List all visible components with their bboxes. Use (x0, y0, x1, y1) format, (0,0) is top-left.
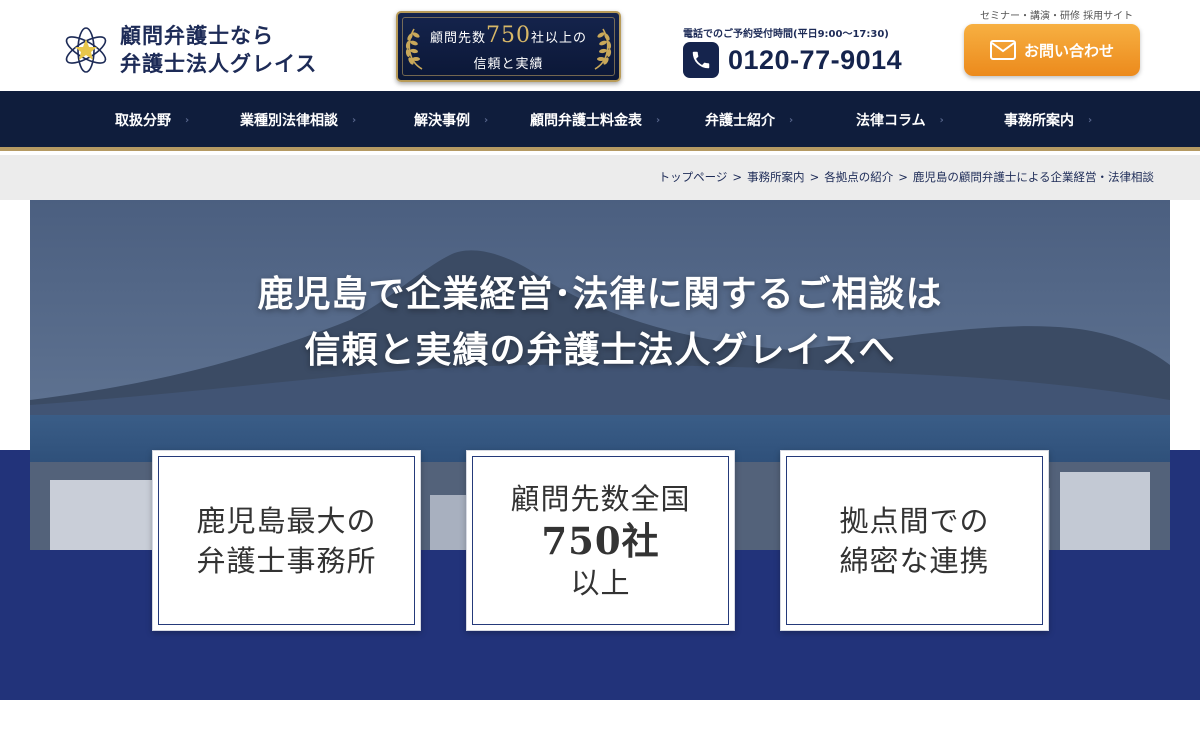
logo-line1: 顧問弁護士なら (120, 23, 274, 48)
logo-line2: 弁護士法人グレイス (120, 51, 318, 76)
contact-button[interactable]: お問い合わせ (964, 24, 1140, 76)
phone-link[interactable]: 0120-77-9014 (683, 42, 902, 78)
breadcrumb-separator: > (898, 170, 908, 184)
breadcrumb-link-top[interactable]: トップページ (659, 170, 728, 184)
nav-item-column[interactable]: 法律コラム › (856, 91, 944, 147)
chevron-right-icon: › (185, 115, 190, 126)
site-logo[interactable]: 顧問弁護士なら 弁護士法人グレイス (60, 22, 317, 78)
breadcrumb-current: 鹿児島の顧問弁護士による企業経営・法律相談 (912, 170, 1154, 184)
badge-line2: 信頼と実績 (473, 57, 544, 72)
feature-card-line1: 鹿児島最大の (196, 503, 377, 538)
badge-line1: 顧問先数750社以上の (398, 23, 619, 48)
feature-card-line2: 綿密な連携 (839, 543, 990, 578)
breadcrumb: トップページ > 事務所案内 > 各拠点の紹介 > 鹿児島の顧問弁護士による企業経営・法律相… (0, 155, 1200, 200)
mail-icon (989, 40, 1016, 60)
nav-item-case-results[interactable]: 解決事例 › (414, 91, 488, 147)
achievement-badge: 顧問先数750社以上の 信頼と実績 (396, 11, 621, 82)
phone-number: 0120-77-9014 (728, 44, 903, 75)
feature-card-line1: 拠点間での (839, 503, 990, 538)
phone-icon (683, 42, 719, 78)
chevron-right-icon: › (656, 115, 661, 126)
nav-item-industry-consultation[interactable]: 業種別法律相談 › (240, 91, 356, 147)
feature-card-big-number: 750社 (541, 518, 660, 563)
breadcrumb-link-branches[interactable]: 各拠点の紹介 (824, 170, 893, 184)
feature-card-largest-office: 鹿児島最大の 弁護士事務所 (152, 450, 421, 631)
chevron-right-icon: › (484, 115, 489, 126)
chevron-right-icon: › (939, 115, 944, 126)
feature-card-line3: 以上 (570, 565, 631, 600)
feature-card-line1: 顧問先数全国 (510, 481, 691, 516)
feature-card-line2: 弁護士事務所 (196, 543, 377, 578)
feature-card-clients-count: 顧問先数全国 750社 以上 (466, 450, 735, 631)
chevron-right-icon: › (789, 115, 794, 126)
chevron-right-icon: › (352, 115, 357, 126)
main-nav: 取扱分野 › 業種別法律相談 › 解決事例 › 顧問弁護士料金表 › 弁護士紹介 › 法律… (0, 91, 1200, 151)
breadcrumb-separator: > (809, 170, 820, 184)
logo-star-icon (65, 27, 107, 73)
hero-headline: 鹿児島で企業経営･法律に関するご相談は 信頼と実績の弁護士法人グレイスへ (30, 266, 1170, 378)
contact-button-label: お問い合わせ (1023, 41, 1114, 60)
badge-number: 750 (486, 23, 531, 48)
nav-item-fee-table[interactable]: 顧問弁護士料金表 › (530, 91, 660, 147)
feature-card-branch-cooperation: 拠点間での 綿密な連携 (780, 450, 1049, 631)
hero-headline-line2: 信頼と実績の弁護士法人グレイスへ (304, 329, 896, 371)
nav-item-practice-areas[interactable]: 取扱分野 › (115, 91, 189, 147)
site-header: 顧問弁護士なら 弁護士法人グレイス 顧問先数750社以上の 信頼と実績 電話での… (0, 0, 1200, 91)
badge-prefix: 顧問先数 (429, 31, 486, 46)
nav-item-lawyers[interactable]: 弁護士紹介 › (705, 91, 793, 147)
chevron-right-icon: › (1088, 115, 1093, 126)
badge-suffix: 社以上の (531, 31, 588, 46)
breadcrumb-link-office[interactable]: 事務所案内 (747, 170, 805, 184)
hero-headline-line1: 鹿児島で企業経営･法律に関するご相談は (257, 273, 943, 315)
breadcrumb-separator: > (732, 170, 743, 184)
nav-item-office-info[interactable]: 事務所案内 › (1004, 91, 1092, 147)
recruit-site-link[interactable]: セミナー・講演・研修 採用サイト (980, 7, 1133, 22)
phone-hours-caption: 電話でのご予約受付時間(平日9:00～17:30) (683, 29, 889, 40)
